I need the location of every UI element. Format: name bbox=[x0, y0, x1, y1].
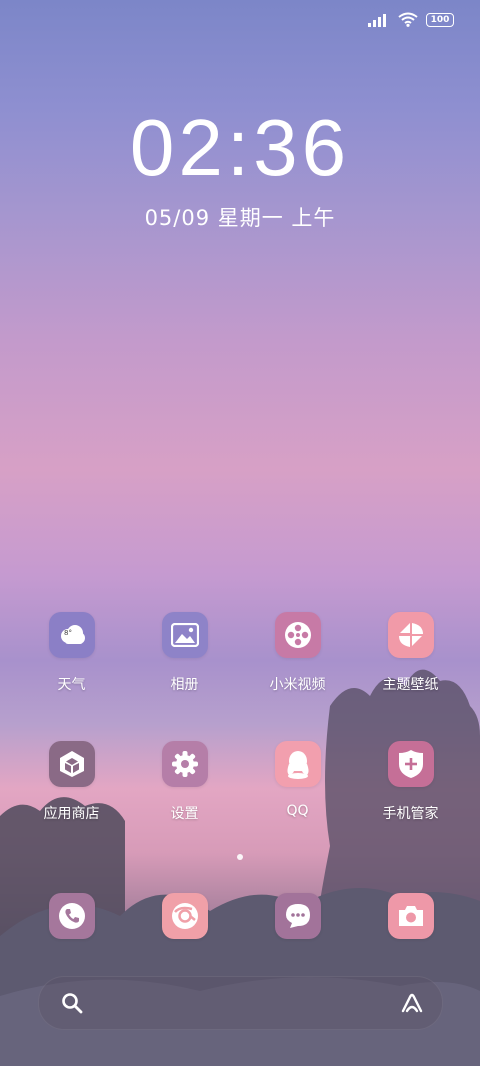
battery-level: 100 bbox=[430, 14, 450, 25]
clock-time: 02:36 bbox=[129, 103, 351, 192]
app-label: 小米视频 bbox=[269, 677, 326, 693]
svg-text:8°: 8° bbox=[64, 629, 72, 637]
app-label: 手机管家 bbox=[382, 806, 439, 822]
app-label: 相册 bbox=[170, 677, 199, 693]
app-label: 设置 bbox=[170, 806, 199, 822]
camera-icon bbox=[387, 893, 434, 939]
app-mi-video[interactable]: 小米视频 bbox=[241, 612, 354, 694]
app-label: QQ bbox=[286, 803, 309, 819]
search-bar[interactable] bbox=[38, 976, 443, 1030]
weather-icon: 8° bbox=[48, 612, 95, 658]
app-label: 主题壁纸 bbox=[382, 677, 439, 693]
themes-icon bbox=[387, 612, 434, 658]
messages-icon bbox=[274, 893, 321, 939]
app-row-1: 8° 天气 相册 小米视频 主题壁纸 bbox=[0, 612, 480, 694]
qq-icon bbox=[274, 741, 321, 787]
app-security[interactable]: 手机管家 bbox=[354, 741, 467, 823]
search-icon bbox=[62, 993, 83, 1014]
page-indicator bbox=[237, 854, 243, 860]
dock-camera[interactable] bbox=[354, 893, 467, 939]
settings-icon bbox=[161, 741, 208, 787]
app-settings[interactable]: 设置 bbox=[128, 741, 241, 823]
app-label: 应用商店 bbox=[43, 806, 100, 822]
phone-icon bbox=[48, 893, 95, 939]
app-weather[interactable]: 8° 天气 bbox=[15, 612, 128, 694]
app-store[interactable]: 应用商店 bbox=[15, 741, 128, 823]
app-qq[interactable]: QQ bbox=[241, 741, 354, 823]
assistant-icon[interactable] bbox=[400, 991, 424, 1015]
app-themes[interactable]: 主题壁纸 bbox=[354, 612, 467, 694]
dock-phone[interactable] bbox=[15, 893, 128, 939]
clock-date: 05/09 星期一 上午 bbox=[144, 206, 336, 230]
dock-browser[interactable] bbox=[128, 893, 241, 939]
dock bbox=[0, 893, 480, 939]
video-icon bbox=[274, 612, 321, 658]
app-label: 天气 bbox=[57, 677, 86, 693]
dock-messages[interactable] bbox=[241, 893, 354, 939]
signal-icon bbox=[368, 13, 386, 27]
app-gallery[interactable]: 相册 bbox=[128, 612, 241, 694]
browser-icon bbox=[161, 893, 208, 939]
app-row-2: 应用商店 设置 QQ 手机管家 bbox=[0, 741, 480, 823]
battery-icon: 100 bbox=[426, 12, 454, 27]
app-store-icon bbox=[48, 741, 95, 787]
gallery-icon bbox=[161, 612, 208, 658]
wifi-icon bbox=[398, 12, 418, 27]
security-icon bbox=[387, 741, 434, 787]
status-bar: 100 bbox=[368, 12, 454, 27]
